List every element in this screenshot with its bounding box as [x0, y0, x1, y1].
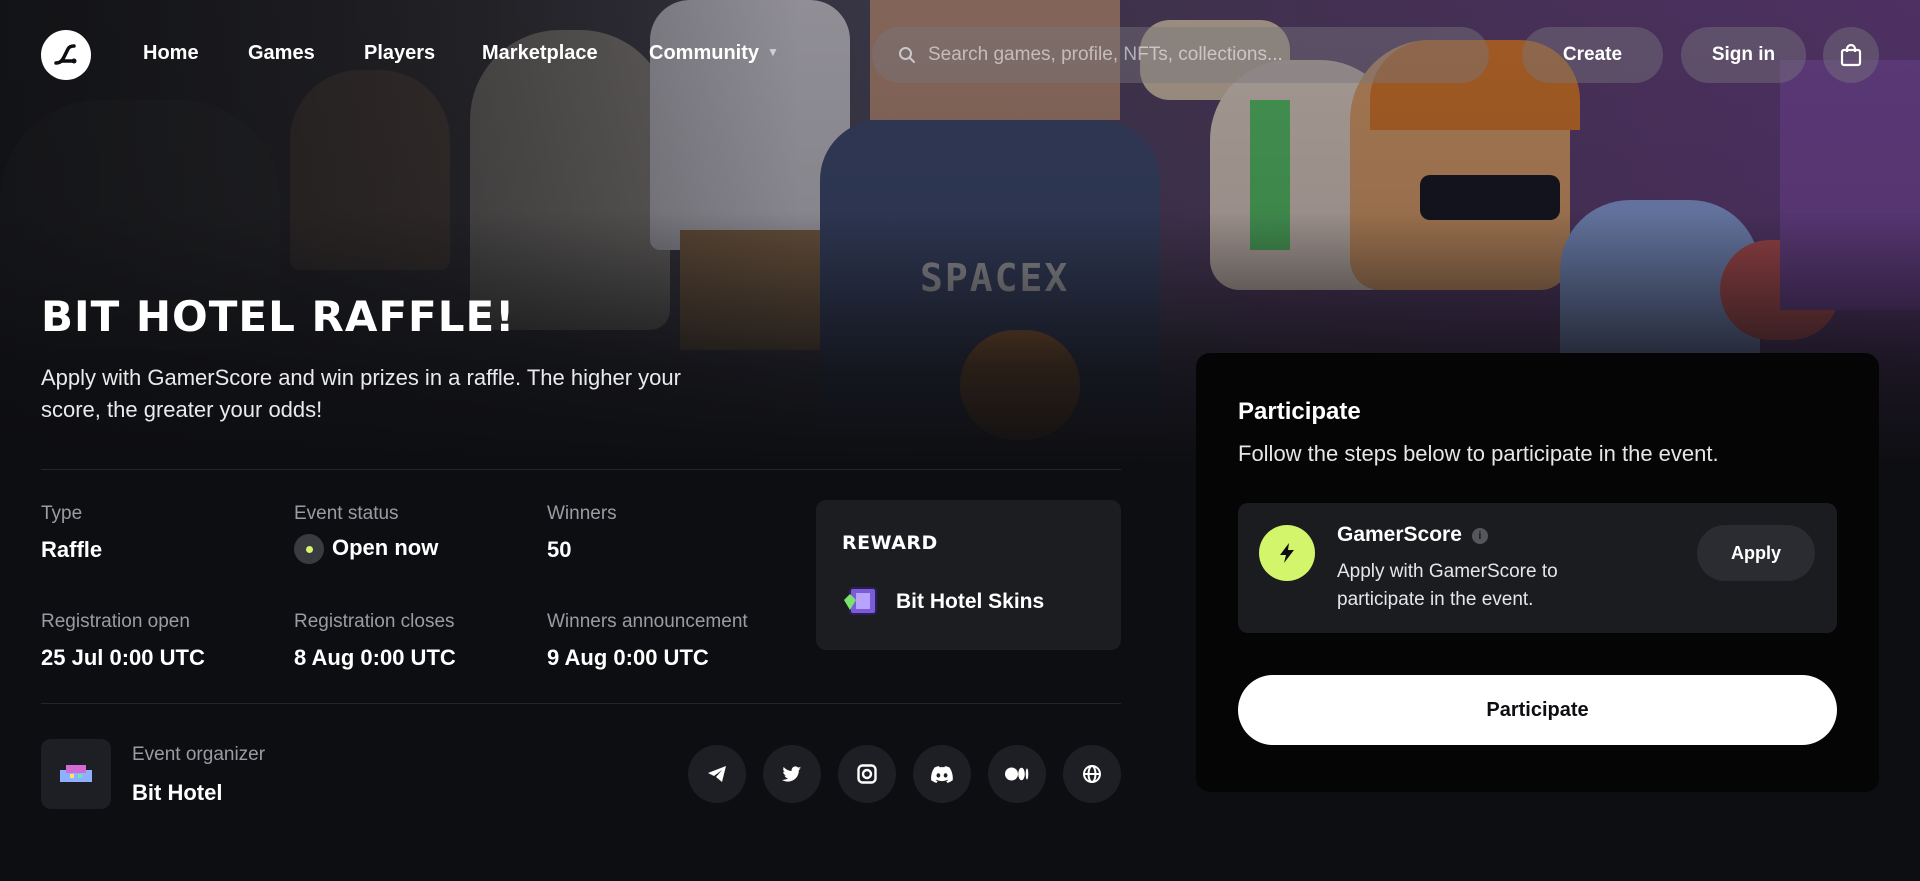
participate-title: Participate — [1238, 398, 1361, 425]
cart-button[interactable] — [1823, 27, 1879, 83]
logo-icon[interactable] — [41, 30, 91, 80]
nav-games[interactable]: Games — [248, 42, 315, 65]
winners-announcement-label: Winners announcement — [547, 611, 748, 632]
registration-closes-label: Registration closes — [294, 611, 455, 632]
participate-button[interactable]: Participate — [1238, 675, 1837, 745]
participate-panel: Participate Follow the steps below to pa… — [1196, 353, 1879, 792]
reward-card: REWARD Bit Hotel Skins — [816, 500, 1121, 650]
reward-title: REWARD — [842, 532, 938, 554]
nav-marketplace[interactable]: Marketplace — [482, 42, 598, 65]
instagram-icon[interactable] — [838, 745, 896, 803]
type-label: Type — [41, 503, 83, 524]
event-subtitle: Apply with GamerScore and win prizes in … — [41, 365, 681, 422]
create-button[interactable]: Create — [1522, 27, 1663, 83]
nav-community-label: Community — [649, 42, 759, 64]
winners-value: 50 — [547, 537, 572, 562]
telegram-icon[interactable] — [688, 745, 746, 803]
skins-icon — [844, 587, 877, 615]
top-navbar: Home Games Players Marketplace Community… — [0, 0, 1920, 110]
reward-item-label: Bit Hotel Skins — [896, 590, 1045, 613]
nav-home[interactable]: Home — [143, 42, 199, 65]
winners-announcement-value: 9 Aug 0:00 UTC — [547, 645, 709, 670]
divider — [41, 469, 1121, 470]
search-bar[interactable] — [872, 27, 1489, 83]
chevron-down-icon: ▼ — [767, 45, 779, 59]
event-title: BIT HOTEL RAFFLE! — [41, 292, 516, 341]
registration-open-value: 25 Jul 0:00 UTC — [41, 645, 205, 670]
organizer-name[interactable]: Bit Hotel — [132, 780, 222, 806]
twitter-icon[interactable] — [763, 745, 821, 803]
sign-in-button[interactable]: Sign in — [1681, 27, 1806, 83]
globe-icon[interactable] — [1063, 745, 1121, 803]
type-value: Raffle — [41, 537, 103, 562]
gamerscore-step-title: GamerScore i — [1337, 523, 1488, 547]
reward-item: Bit Hotel Skins — [842, 586, 1044, 618]
divider — [41, 703, 1121, 704]
gamerscore-step-card: GamerScore i Apply with GamerScore to par… — [1238, 503, 1837, 633]
organizer-label: Event organizer — [132, 744, 266, 765]
gamerscore-step-description: Apply with GamerScore to participate in … — [1337, 561, 1558, 610]
apply-button[interactable]: Apply — [1697, 525, 1815, 581]
discord-icon[interactable] — [913, 745, 971, 803]
winners-label: Winners — [547, 503, 617, 524]
nav-community[interactable]: Community ▼ — [649, 42, 779, 65]
event-status-label: Event status — [294, 503, 399, 524]
lightning-icon — [1259, 525, 1315, 581]
registration-closes-value: 8 Aug 0:00 UTC — [294, 645, 456, 670]
gamerscore-title-text: GamerScore — [1337, 523, 1462, 546]
nav-players[interactable]: Players — [364, 42, 435, 65]
status-text: Open now — [332, 534, 439, 560]
info-icon[interactable]: i — [1471, 528, 1488, 544]
bag-icon — [1840, 43, 1862, 67]
search-input[interactable] — [928, 44, 1468, 66]
medium-icon[interactable] — [988, 745, 1046, 803]
organizer-avatar[interactable] — [41, 739, 111, 809]
event-status-value: Open now — [294, 534, 438, 564]
participate-description: Follow the steps below to participate in… — [1238, 441, 1719, 466]
search-icon — [899, 47, 915, 63]
registration-open-label: Registration open — [41, 611, 190, 632]
status-dot-icon — [294, 534, 324, 564]
